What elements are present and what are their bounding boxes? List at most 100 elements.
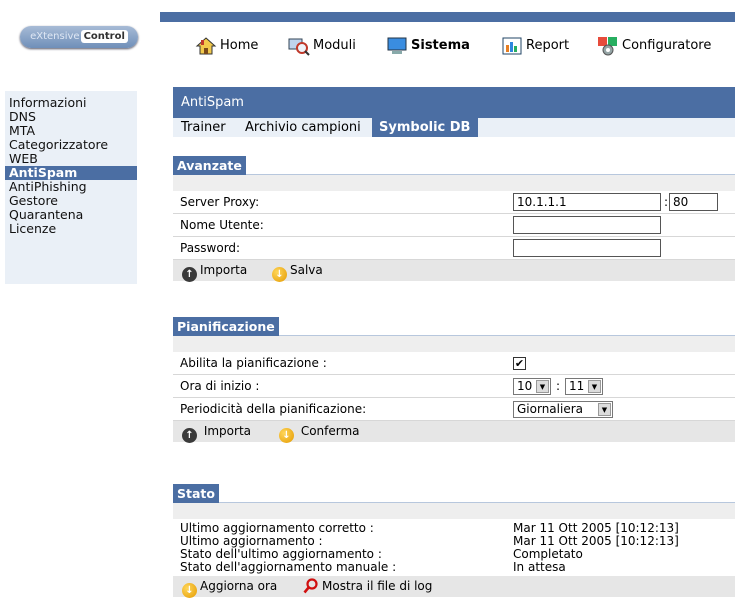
arrow-down-icon: ↓ [182, 583, 197, 598]
password-input[interactable] [513, 239, 661, 257]
port-separator: : [664, 195, 669, 209]
section-pianificazione: Pianificazione Abilita la pianificazione… [173, 317, 735, 443]
row-username: Nome Utente: [173, 214, 735, 237]
main-panel: AntiSpam Trainer Archivio campioni Symbo… [173, 87, 735, 137]
update-now-button[interactable]: ↓ Aggiorna ora [182, 576, 277, 598]
nav-report[interactable]: Report [501, 34, 569, 58]
hour-select[interactable]: 10 ▼ [513, 378, 551, 395]
nav-moduli[interactable]: Moduli [288, 34, 356, 58]
arrow-down-icon: ↓ [279, 428, 294, 443]
arrow-up-icon: ↑ [182, 267, 197, 282]
sidebar-item-categorizzatore-line2: WEB [9, 151, 38, 166]
system-icon [386, 36, 408, 56]
logo-block: eXtensive Control [0, 0, 160, 68]
tab-bar: Trainer Archivio campioni Symbolic DB [173, 118, 735, 137]
save-button[interactable]: ↓ Salva [272, 260, 323, 282]
import-schedule-label: Importa [203, 424, 252, 438]
home-icon [195, 36, 217, 56]
sidebar-item-categorizzatore[interactable]: Categorizzatore WEB [5, 138, 137, 166]
section-pianificazione-title: Pianificazione [173, 317, 279, 336]
section-avanzate-header: Avanzate [173, 156, 735, 175]
logo-suffix: Control [80, 30, 128, 43]
nav-home-label: Home [220, 38, 259, 53]
sidebar-item-antispam[interactable]: AntiSpam [5, 166, 137, 180]
import-button[interactable]: ↑ Importa [182, 260, 247, 282]
chevron-down-icon: ▼ [598, 403, 611, 416]
status-value: In attesa [513, 560, 566, 574]
username-input[interactable] [513, 216, 661, 234]
report-icon [501, 36, 523, 56]
chevron-down-icon: ▼ [588, 380, 601, 393]
confirm-button[interactable]: ↓ Conferma [279, 421, 360, 443]
arrow-down-icon: ↓ [272, 267, 287, 282]
periodicity-value: Giornaliera [517, 402, 583, 416]
server-proxy-input[interactable] [513, 193, 661, 211]
section-gap [173, 336, 735, 352]
start-time-label: Ora di inizio : [180, 379, 260, 393]
sidebar-item-licenze[interactable]: Licenze [5, 222, 137, 236]
sidebar-item-antiphishing[interactable]: AntiPhishing [5, 180, 137, 194]
save-label: Salva [290, 263, 323, 277]
status-row: Stato dell'aggiornamento manuale : In at… [173, 561, 735, 574]
show-log-button[interactable]: Mostra il file di log [303, 576, 432, 601]
time-separator: : [556, 379, 561, 393]
periodicity-label: Periodicità della pianificazione: [180, 402, 367, 416]
password-label: Password: [180, 241, 241, 255]
nav-sistema[interactable]: Sistema [386, 34, 470, 58]
enable-schedule-checkbox[interactable]: ✔ [513, 357, 526, 370]
sidebar-item-gestore-quarantena[interactable]: Gestore Quarantena [5, 194, 137, 222]
section-gap [173, 175, 735, 191]
username-label: Nome Utente: [180, 218, 264, 232]
status-label: Stato dell'ultimo aggiornamento : [180, 547, 382, 561]
minute-value: 11 [569, 379, 585, 393]
status-label: Ultimo aggiornamento corretto : [180, 521, 374, 535]
status-label: Stato dell'aggiornamento manuale : [180, 560, 397, 574]
magnifier-icon [303, 578, 319, 601]
nav-sistema-label: Sistema [411, 38, 470, 53]
periodicity-select[interactable]: Giornaliera ▼ [513, 401, 613, 418]
sidebar-item-gestore-line1: Gestore [9, 193, 58, 208]
tab-archivio-campioni[interactable]: Archivio campioni [245, 118, 361, 137]
import-label: Importa [200, 263, 248, 277]
status-value: Mar 11 Ott 2005 [10:12:13] [513, 534, 679, 548]
arrow-up-icon: ↑ [182, 428, 197, 443]
sidebar: Informazioni DNS MTA Categorizzatore WEB … [4, 91, 137, 284]
row-periodicity: Periodicità della pianificazione: Giorna… [173, 398, 735, 421]
nav-configuratore[interactable]: Configuratore [597, 34, 711, 58]
tab-trainer[interactable]: Trainer [181, 118, 226, 137]
nav-top-strip [160, 12, 735, 22]
top-header: eXtensive Control Home Moduli Sistema Rep… [0, 0, 735, 70]
avanzate-actions: ↑ Importa ↓ Salva [173, 260, 735, 282]
sidebar-item-mta[interactable]: MTA [5, 124, 137, 138]
nav-home[interactable]: Home [195, 34, 258, 58]
enable-schedule-label: Abilita la pianificazione : [180, 356, 327, 370]
server-proxy-label: Server Proxy: [180, 195, 260, 209]
status-label: Ultimo aggiornamento : [180, 534, 323, 548]
proxy-port-input[interactable] [669, 193, 718, 211]
extensive-control-logo: eXtensive Control [20, 26, 138, 48]
configurator-icon [597, 36, 619, 56]
chevron-down-icon: ▼ [536, 380, 549, 393]
minute-select[interactable]: 11 ▼ [565, 378, 603, 395]
sidebar-item-informazioni[interactable]: Informazioni [5, 96, 137, 110]
row-enable-schedule: Abilita la pianificazione : ✔ [173, 352, 735, 375]
status-value: Mar 11 Ott 2005 [10:12:13] [513, 521, 679, 535]
section-avanzate: Avanzate Server Proxy: : Nome Utente: Pa… [173, 156, 735, 282]
nav-report-label: Report [526, 38, 570, 53]
show-log-label: Mostra il file di log [322, 579, 433, 593]
tab-symbolic-db[interactable]: Symbolic DB [372, 118, 478, 137]
sidebar-item-gestore-line2: Quarantena [9, 207, 84, 222]
row-start-time: Ora di inizio : 10 ▼ : 11 ▼ [173, 375, 735, 398]
section-avanzate-title: Avanzate [173, 156, 246, 175]
pianificazione-actions: ↑ Importa ↓ Conferma [173, 421, 735, 443]
main-navigation: Home Moduli Sistema Report Configuratore [160, 22, 735, 70]
import-schedule-button[interactable]: ↑ Importa [182, 421, 251, 443]
sidebar-item-categorizzatore-line1: Categorizzatore [9, 137, 109, 152]
sidebar-item-dns[interactable]: DNS [5, 110, 137, 124]
section-stato: Stato Ultimo aggiornamento corretto : Ma… [173, 484, 735, 598]
page-title: AntiSpam [173, 87, 735, 118]
confirm-label: Conferma [300, 424, 360, 438]
section-stato-header: Stato [173, 484, 735, 503]
nav-moduli-label: Moduli [313, 38, 356, 53]
modules-icon [288, 36, 310, 56]
